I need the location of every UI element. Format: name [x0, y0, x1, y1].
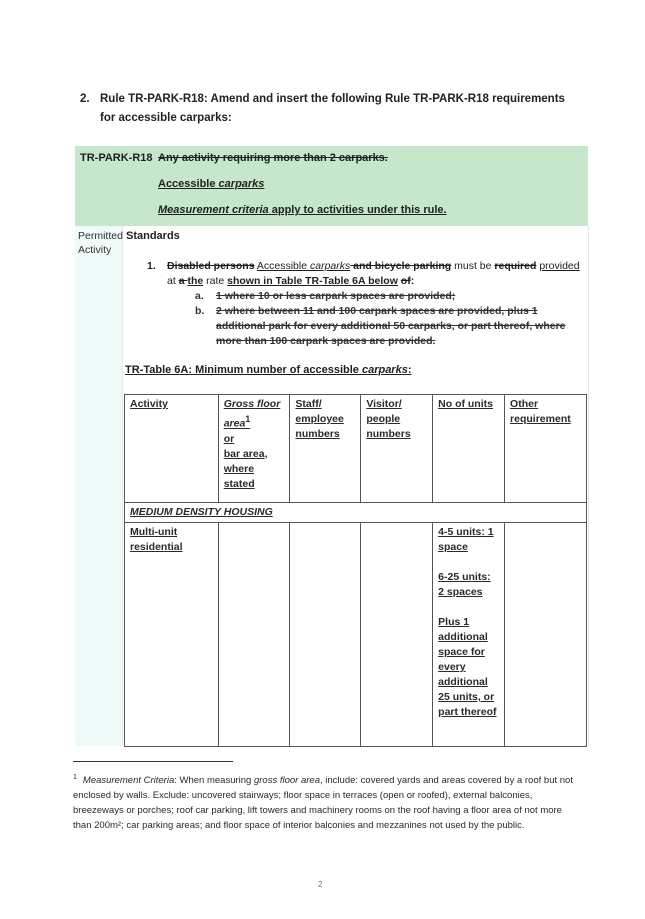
deleted-rule-title: Any activity requiring more than 2 carpa…: [158, 152, 388, 164]
footnote-title: Measurement Criteria: [82, 775, 175, 787]
activity-status-label: Permitted Activity: [78, 229, 123, 257]
sub-item-b: b. 2 where between 11 and 100 carpark spa…: [187, 304, 587, 349]
inserted-text-part: Accessible: [256, 260, 310, 272]
inserted-text: Accessible carparks: [257, 260, 350, 272]
cell-gross-floor-area: [217, 522, 291, 747]
rule-title-italic: carparks: [218, 178, 265, 190]
standard-item-number: 1.: [147, 260, 156, 272]
plain-text: must be: [451, 260, 495, 272]
activity-status-column: [75, 226, 123, 746]
table-row: Multi-unit residential 4-5 units: 1 spac…: [124, 522, 587, 747]
status-line-1: Permitted: [78, 230, 123, 242]
sub-item-label: a.: [195, 290, 204, 302]
inserted-text: the: [187, 275, 204, 287]
deleted-text: and bicycle parking: [350, 260, 452, 272]
instruction-text: Rule TR-PARK-R18: Amend and insert the f…: [100, 93, 565, 124]
table-header-row: Activity Gross floor area1 or bar area, wh…: [124, 394, 587, 503]
measurement-criteria-note: Measurement criteria apply to activities…: [158, 204, 447, 216]
cell-activity: Multi-unit residential: [124, 522, 219, 747]
units-rule-2: 6-25 units: 2 spaces: [438, 571, 491, 598]
table-caption: TR-Table 6A: Minimum number of accessibl…: [125, 364, 412, 376]
header-gross-floor-area: Gross floor area1 or bar area, where state…: [217, 394, 291, 503]
table-caption-suffix: :: [407, 364, 412, 376]
header-units: No of units: [432, 394, 506, 503]
plain-text: rate: [203, 275, 228, 287]
footnote-text: : When measuring: [174, 775, 254, 787]
inserted-text: shown in Table TR-Table 6A below: [227, 275, 398, 287]
sub-item-text: 1 where 10 or less carpark spaces are pr…: [216, 290, 456, 302]
footnote-ref[interactable]: 1: [245, 414, 250, 424]
status-line-2: Activity: [78, 244, 112, 256]
sub-item-label: b.: [195, 305, 205, 317]
deleted-text: of: [400, 275, 411, 287]
deleted-text: required: [494, 260, 537, 272]
amendment-instruction: 2. Rule TR-PARK-R18: Amend and insert th…: [80, 90, 580, 128]
inserted-text: provided: [539, 260, 580, 272]
cell-other: [504, 522, 587, 747]
footnote-marker: 1: [73, 774, 77, 781]
gfa-or: or: [223, 432, 235, 445]
cell-units: 4-5 units: 1 space 6-25 units: 2 spaces …: [432, 522, 506, 747]
cell-staff: [289, 522, 362, 747]
inserted-text-italic: carparks: [309, 260, 351, 272]
deleted-sub-items: a. 1 where 10 or less carpark spaces are …: [187, 289, 587, 349]
standard-item-text: Disabled persons Accessible carparks and…: [167, 259, 587, 349]
deleted-rule-title-text: Any activity requiring more than 2 carpa…: [158, 152, 388, 164]
header-activity: Activity: [124, 394, 219, 503]
measurement-criteria-text: apply to activities under this rule.: [268, 204, 447, 216]
cell-visitor: [360, 522, 434, 747]
page-number: 2: [318, 880, 323, 889]
header-visitor: Visitor/ people numbers: [360, 394, 434, 503]
plain-text: at: [167, 275, 179, 287]
footnote-italic: gross floor area: [253, 775, 320, 787]
table-caption-italic: carparks: [361, 364, 408, 376]
gfa-label: Gross floor area: [223, 398, 281, 430]
sub-item-a: a. 1 where 10 or less carpark spaces are …: [187, 289, 587, 304]
instruction-number: 2.: [80, 93, 90, 105]
accessible-carparks-table: Activity Gross floor area1 or bar area, wh…: [124, 394, 587, 747]
section-row: MEDIUM DENSITY HOUSING: [124, 502, 587, 523]
rule-title-text: Accessible: [158, 178, 219, 190]
gfa-alt: bar area, where stated: [223, 447, 268, 490]
units-rule-1: 4-5 units: 1 space: [438, 526, 494, 553]
header-staff: Staff/ employee numbers: [289, 394, 362, 503]
sub-item-text: 2 where between 11 and 100 carpark space…: [216, 305, 566, 347]
table-caption-text: TR-Table 6A: Minimum number of accessibl…: [125, 364, 362, 376]
rule-code: TR-PARK-R18: [80, 152, 153, 164]
units-rule-3: Plus 1 additional space for every additi…: [438, 616, 497, 718]
standards-heading: Standards: [126, 230, 180, 242]
footnote: 1 Measurement Criteria: When measuring gr…: [73, 770, 573, 833]
section-label: MEDIUM DENSITY HOUSING: [124, 502, 587, 523]
rule-header-band: TR-PARK-R18 Any activity requiring more …: [75, 146, 588, 226]
footnote-separator: [73, 761, 233, 762]
measurement-criteria-link[interactable]: Measurement criteria: [158, 204, 269, 216]
header-other: Other requirement: [504, 394, 587, 503]
deleted-text: Disabled persons: [167, 260, 255, 272]
plain-text: :: [410, 275, 415, 287]
standard-item-1: 1. Disabled persons Accessible carparks …: [147, 259, 587, 349]
rule-title: Accessible carparks: [158, 178, 264, 190]
